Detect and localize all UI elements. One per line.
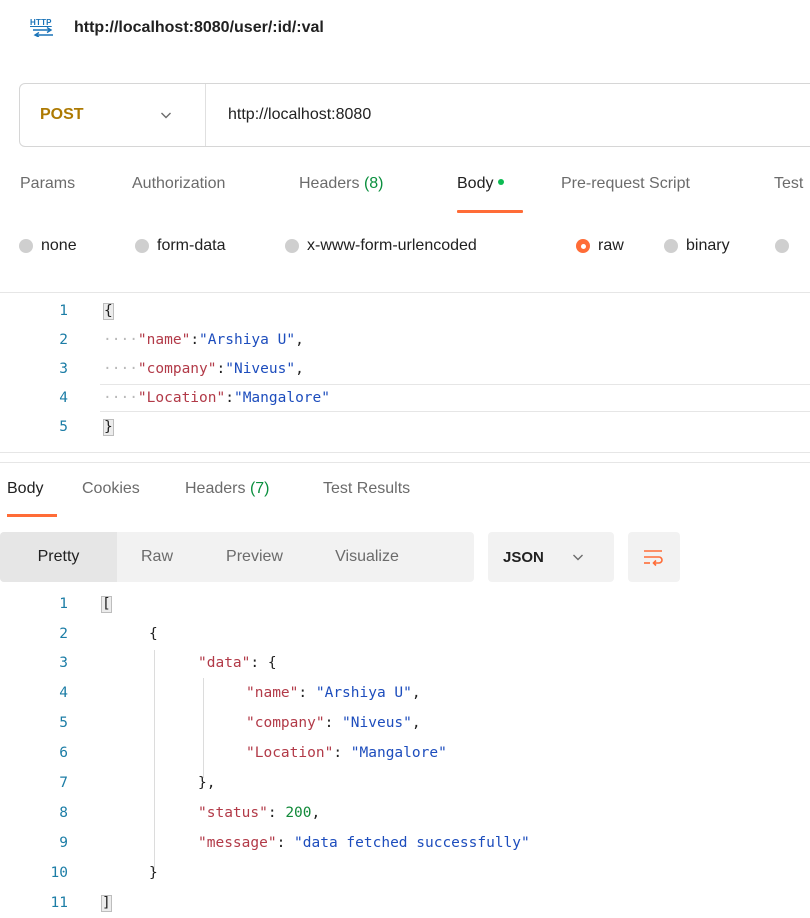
code-line: "name": "Arshiya U", (246, 685, 421, 701)
code-line: { (103, 303, 114, 320)
http-icon: HTTP (30, 18, 56, 38)
body-indicator-dot (498, 178, 505, 185)
response-tabs: Body Cookies Headers (7) Test Results (7, 480, 443, 518)
code-line: ····"Location":"Mangalore" (103, 390, 330, 406)
view-visualize[interactable]: Visualize (312, 532, 422, 582)
tab-pre-request-script[interactable]: Pre-request Script (561, 175, 774, 213)
radio-circle (664, 239, 678, 253)
wrap-lines-button[interactable] (628, 532, 680, 582)
view-pretty[interactable]: Pretty (0, 532, 117, 582)
body-type-selector: none form-data x-www-form-urlencoded raw… (19, 234, 805, 258)
tab-tests[interactable]: Test (774, 175, 810, 213)
radio-graphql[interactable] (775, 234, 805, 258)
response-view-selector: Pretty Raw Preview Visualize (0, 532, 474, 582)
radio-circle (135, 239, 149, 253)
divider (0, 452, 810, 453)
headers-count: (8) (363, 175, 384, 192)
code-line: "message": "data fetched successfully" (198, 835, 530, 851)
radio-circle (775, 239, 789, 253)
view-preview[interactable]: Preview (197, 532, 312, 582)
tab-headers[interactable]: Headers (8) (299, 175, 457, 213)
indent-guide (154, 650, 155, 870)
format-select[interactable]: JSON (488, 532, 614, 582)
swap-arrows-icon (33, 27, 53, 37)
code-line: ····"name":"Arshiya U", (103, 332, 304, 348)
tab-params[interactable]: Params (20, 175, 132, 213)
tab-response-body[interactable]: Body (7, 480, 82, 518)
divider (0, 292, 810, 293)
url-bar: POST (19, 83, 810, 147)
method-label: POST (40, 106, 84, 123)
code-line: }, (198, 775, 216, 791)
request-title-bar: HTTP http://localhost:8080/user/:id/:val (30, 16, 324, 40)
tab-cookies[interactable]: Cookies (82, 480, 185, 518)
request-title[interactable]: http://localhost:8080/user/:id/:val (74, 19, 324, 37)
code-line: } (149, 865, 158, 881)
radio-circle (19, 239, 33, 253)
code-line: } (103, 419, 114, 436)
headers-count: (7) (249, 480, 270, 497)
tab-test-results[interactable]: Test Results (323, 480, 443, 518)
radio-none[interactable]: none (19, 234, 135, 258)
radio-circle-selected (576, 239, 590, 253)
code-line: "Location": "Mangalore" (246, 745, 447, 761)
indent-guide (203, 678, 204, 778)
tab-response-headers[interactable]: Headers (7) (185, 480, 323, 518)
method-select[interactable]: POST (20, 84, 206, 146)
radio-circle (285, 239, 299, 253)
request-tabs: Params Authorization Headers (8) Body Pr… (20, 175, 810, 213)
radio-binary[interactable]: binary (664, 234, 775, 258)
chevron-down-icon (161, 112, 171, 119)
chevron-down-icon (573, 554, 583, 561)
tab-body[interactable]: Body (457, 175, 523, 213)
url-input[interactable] (228, 106, 728, 124)
code-line: ····"company":"Niveus", (103, 361, 304, 377)
wrap-lines-icon (644, 550, 663, 567)
view-raw[interactable]: Raw (117, 532, 197, 582)
tab-authorization[interactable]: Authorization (132, 175, 299, 213)
code-line: ] (101, 895, 112, 912)
code-line: "status": 200, (198, 805, 321, 821)
code-line: [ (101, 596, 112, 613)
radio-form-data[interactable]: form-data (135, 234, 285, 258)
code-line: { (149, 626, 158, 642)
radio-raw[interactable]: raw (576, 234, 664, 258)
divider (0, 462, 810, 463)
code-line: "data": { (198, 655, 277, 671)
radio-x-www-form-urlencoded[interactable]: x-www-form-urlencoded (285, 234, 576, 258)
code-line: "company": "Niveus", (246, 715, 421, 731)
